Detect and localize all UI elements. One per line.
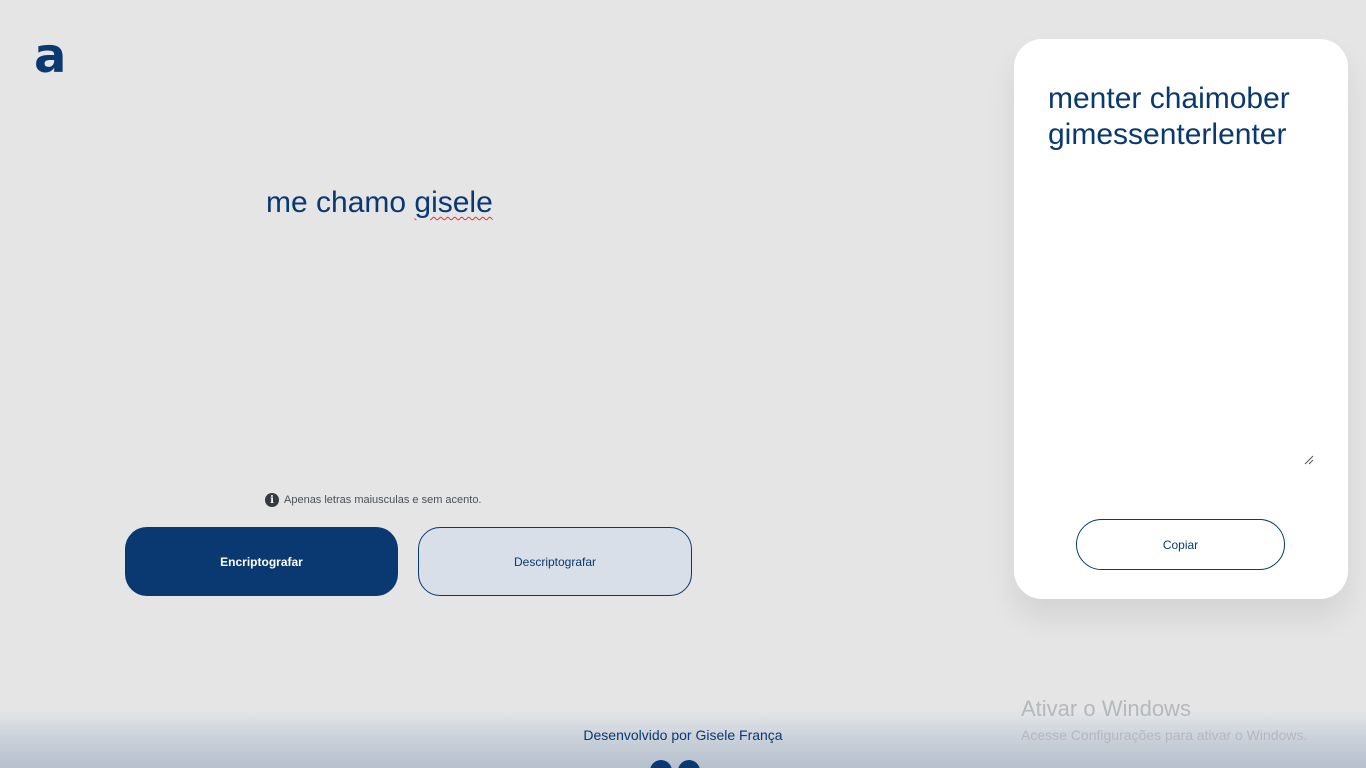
output-card: menter chaimober gimessenterlenter Copia… [1014, 39, 1348, 599]
brand-logo[interactable]: a [34, 32, 66, 80]
github-icon[interactable] [650, 760, 672, 768]
info-icon: i [265, 493, 279, 507]
watermark-title: Ativar o Windows [1021, 696, 1191, 721]
social-links [650, 760, 700, 768]
encrypt-button[interactable]: Encriptografar [125, 527, 398, 596]
copy-button[interactable]: Copiar [1076, 519, 1285, 570]
output-textarea[interactable]: menter chaimober gimessenterlenter [1048, 81, 1318, 153]
watermark-subtitle: Acesse Configurações para ativar o Windo… [1021, 727, 1308, 743]
text-input-area[interactable]: me chamo gisele [266, 185, 866, 221]
input-text-misspelled: gisele [414, 186, 493, 219]
decrypt-button[interactable]: Descriptografar [418, 527, 692, 596]
hint-text: Apenas letras maiusculas e sem acento. [284, 494, 482, 506]
windows-activation-watermark: Ativar o Windows Acesse Configurações pa… [1021, 696, 1307, 745]
app-page: a me chamo gisele i Apenas letras maiusc… [0, 0, 1366, 768]
input-hint: i Apenas letras maiusculas e sem acento. [265, 493, 482, 507]
resize-handle-icon[interactable] [1304, 455, 1314, 465]
input-text-plain: me chamo [266, 186, 415, 219]
linkedin-icon[interactable] [678, 760, 700, 768]
